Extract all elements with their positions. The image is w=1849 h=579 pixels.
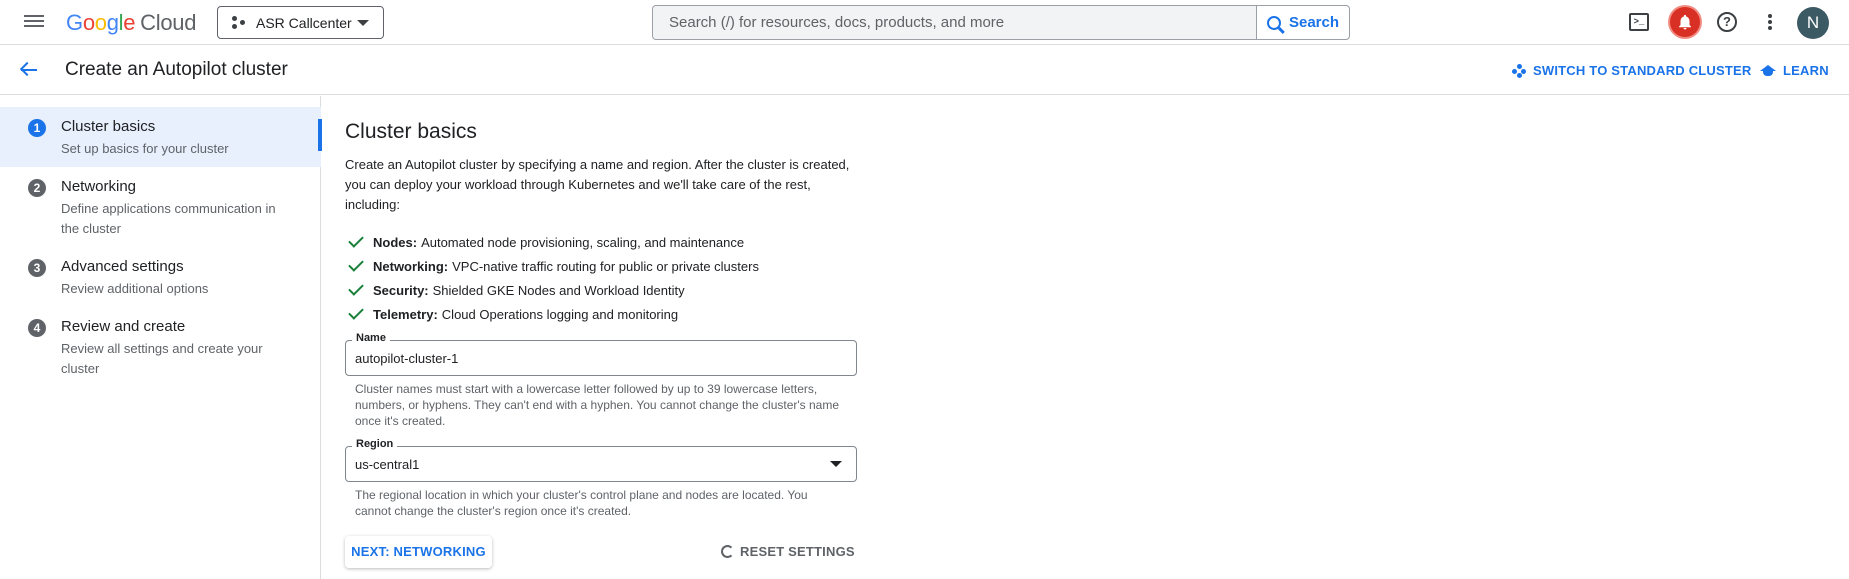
search-bar: Search	[652, 5, 1350, 40]
more-vert-icon	[1768, 14, 1772, 18]
feature-label: Nodes:	[373, 234, 418, 250]
region-select[interactable]: Region us-central1	[345, 438, 857, 482]
help-icon: ?	[1717, 12, 1737, 32]
terminal-icon: >_	[1629, 13, 1649, 31]
region-value: us-central1	[355, 457, 420, 472]
page-header: Create an Autopilot cluster SWITCH TO ST…	[0, 45, 1849, 95]
step-subtitle: Set up basics for your cluster	[61, 141, 229, 156]
step-title: Cluster basics	[61, 118, 156, 135]
project-icon	[232, 15, 246, 30]
check-icon	[348, 280, 364, 296]
more-vert-icon	[1768, 20, 1772, 24]
bell-icon	[1679, 14, 1691, 30]
next-networking-button[interactable]: NEXT: NETWORKING	[345, 536, 492, 568]
logo-product: Cloud	[140, 10, 197, 35]
reset-label: RESET SETTINGS	[740, 544, 855, 559]
step-subtitle: Define applications communication in the…	[61, 201, 276, 236]
search-icon	[1266, 15, 1281, 30]
step-number: 1	[28, 119, 46, 137]
feature-item: Security: Shielded GKE Nodes and Workload…	[345, 278, 865, 302]
search-button-label: Search	[1288, 14, 1340, 31]
check-icon	[348, 256, 364, 272]
menu-icon[interactable]	[22, 12, 46, 32]
step-review-and-create[interactable]: 4 Review and create Review all settings …	[0, 307, 321, 387]
project-picker[interactable]: ASR Callcenter	[217, 6, 384, 39]
feature-label: Networking:	[373, 258, 449, 274]
school-icon	[1760, 64, 1776, 77]
stepper: 1 Cluster basics Set up basics for your …	[0, 96, 322, 579]
feature-list: Nodes: Automated node provisioning, scali…	[345, 230, 865, 326]
help-button[interactable]: ?	[1715, 10, 1739, 34]
more-options-button[interactable]	[1758, 10, 1782, 34]
feature-text: Shielded GKE Nodes and Workload Identity	[432, 282, 685, 298]
step-number: 2	[28, 179, 46, 197]
back-arrow-icon[interactable]	[18, 59, 40, 81]
feature-item: Nodes: Automated node provisioning, scali…	[345, 230, 865, 254]
step-number: 4	[28, 319, 46, 337]
intro-text: Create an Autopilot cluster by specifyin…	[345, 157, 850, 212]
notifications-button[interactable]	[1670, 7, 1700, 37]
switch-to-standard-cluster-button[interactable]: SWITCH TO STANDARD CLUSTER	[1512, 63, 1752, 78]
switch-cluster-icon	[1512, 63, 1526, 78]
name-field-label: Name	[352, 332, 390, 344]
reset-settings-button[interactable]: RESET SETTINGS	[721, 544, 855, 559]
step-title: Networking	[61, 178, 137, 195]
logo-letter: g	[106, 10, 119, 35]
top-bar: GoogleCloud ASR Callcenter Search >_ ? N	[0, 0, 1849, 45]
region-field-label: Region	[352, 438, 398, 450]
switch-label: SWITCH TO STANDARD CLUSTER	[1533, 63, 1752, 78]
account-avatar[interactable]: N	[1797, 7, 1829, 39]
region-hint: The regional location in which your clus…	[355, 488, 808, 518]
logo-letter: e	[123, 10, 136, 35]
search-input[interactable]	[653, 6, 1256, 39]
name-hint: Cluster names must start with a lowercas…	[355, 382, 840, 428]
refresh-icon	[721, 545, 734, 558]
name-field: Name	[345, 332, 857, 376]
feature-label: Telemetry:	[373, 306, 438, 322]
feature-text: VPC-native traffic routing for public or…	[452, 258, 759, 274]
feature-text: Cloud Operations logging and monitoring	[441, 306, 679, 322]
feature-item: Telemetry: Cloud Operations logging and m…	[345, 302, 865, 326]
name-input[interactable]	[346, 341, 856, 375]
cluster-basics-form: Cluster basics Create an Autopilot clust…	[345, 120, 865, 576]
logo-letter: G	[66, 10, 83, 35]
feature-item: Networking: VPC-native traffic routing fo…	[345, 254, 865, 278]
step-networking[interactable]: 2 Networking Define applications communi…	[0, 167, 321, 247]
check-icon	[348, 232, 364, 248]
step-advanced-settings[interactable]: 3 Advanced settings Review additional op…	[0, 247, 321, 307]
step-title: Review and create	[61, 318, 186, 335]
search-button[interactable]: Search	[1256, 6, 1349, 39]
step-subtitle: Review additional options	[61, 281, 209, 296]
check-icon	[348, 304, 364, 320]
learn-button[interactable]: LEARN	[1760, 63, 1829, 78]
dropdown-arrow-icon	[830, 461, 842, 467]
section-title: Cluster basics	[345, 120, 477, 143]
chevron-down-icon	[357, 20, 369, 26]
logo-letter: o	[82, 10, 95, 35]
form-actions: NEXT: NETWORKING RESET SETTINGS	[345, 536, 865, 576]
learn-label: LEARN	[1783, 63, 1829, 78]
feature-text: Automated node provisioning, scaling, an…	[421, 234, 745, 250]
project-name: ASR Callcenter	[256, 14, 352, 31]
cloud-shell-button[interactable]: >_	[1627, 10, 1651, 34]
step-subtitle: Review all settings and create your clus…	[61, 341, 263, 376]
page-title: Create an Autopilot cluster	[65, 59, 288, 80]
feature-label: Security:	[373, 282, 429, 298]
google-cloud-logo[interactable]: Google Cloud	[66, 10, 196, 36]
step-cluster-basics[interactable]: 1 Cluster basics Set up basics for your …	[0, 107, 322, 167]
step-number: 3	[28, 259, 46, 277]
step-title: Advanced settings	[61, 258, 184, 275]
more-vert-icon	[1768, 26, 1772, 30]
logo-letter: o	[94, 10, 107, 35]
